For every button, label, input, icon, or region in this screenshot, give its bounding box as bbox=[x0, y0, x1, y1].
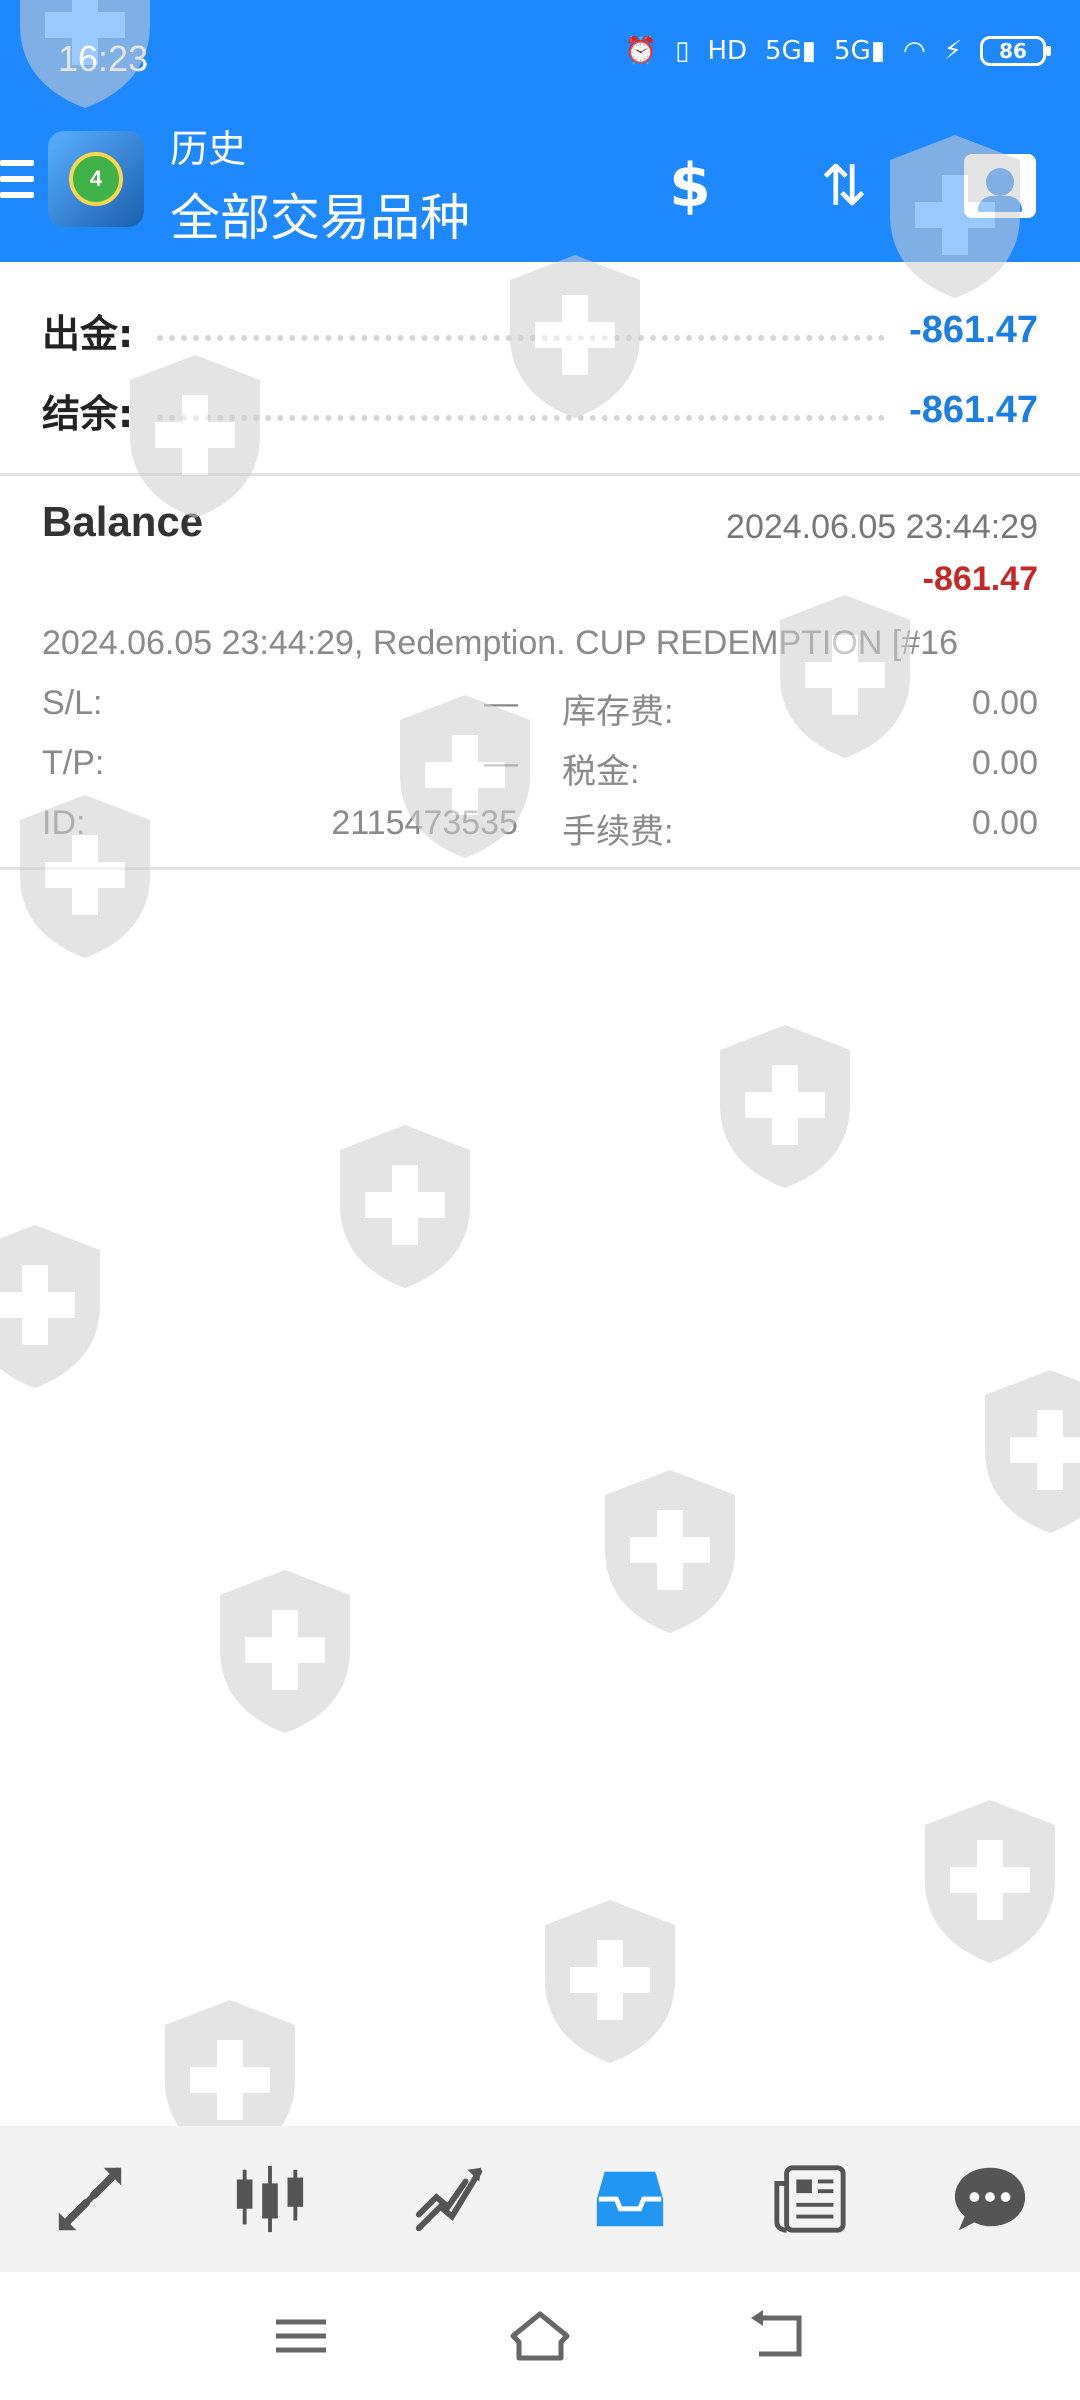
nav-quotes[interactable] bbox=[35, 2144, 145, 2254]
symbol-filter[interactable]: 全部交易品种 bbox=[170, 178, 470, 250]
history-inbox-icon bbox=[596, 2171, 664, 2227]
deal-list-item[interactable]: Balance 2024.06.05 23:44:29 -861.47 2024… bbox=[0, 476, 1080, 870]
metatrader-logo: 4 bbox=[48, 131, 144, 227]
status-icons: ⏰ ▯ HD 5G▮ 5G▮ ◠ ⚡ 86 bbox=[624, 36, 1051, 66]
withdrawal-row: 出金: -861.47 bbox=[42, 300, 1038, 360]
candlestick-chart-icon bbox=[236, 2165, 304, 2233]
swap-label: 库存费: bbox=[562, 693, 674, 731]
deal-comment: 2024.06.05 23:44:29, Redemption. CUP RED… bbox=[42, 624, 958, 662]
system-navigation-bar bbox=[0, 2272, 1080, 2400]
withdrawal-label: 出金: bbox=[42, 311, 134, 356]
signal-5g-icon: 5G▮ bbox=[765, 36, 817, 66]
charging-icon: ⚡ bbox=[943, 36, 962, 66]
tp-value: — bbox=[484, 744, 518, 782]
withdrawal-value: -861.47 bbox=[909, 308, 1038, 351]
id-label: ID: bbox=[42, 804, 86, 842]
watermark-shield-icon bbox=[925, 1800, 1055, 1963]
nav-trade[interactable] bbox=[395, 2144, 505, 2254]
calendar-contact-icon bbox=[964, 154, 1036, 218]
deal-type: Balance bbox=[42, 498, 204, 545]
summary-panel: 出金: -861.47 结余: -861.47 bbox=[0, 262, 1080, 476]
nav-news[interactable] bbox=[755, 2144, 865, 2254]
watermark-shield-icon bbox=[545, 1900, 675, 2063]
watermark-shield-icon bbox=[0, 1225, 100, 1388]
news-icon bbox=[774, 2165, 846, 2233]
watermark-shield-icon bbox=[985, 1370, 1080, 1533]
id-value: 2115473535 bbox=[331, 804, 518, 842]
alarm-icon: ⏰ bbox=[624, 36, 658, 66]
wifi-icon: ◠ bbox=[903, 36, 926, 66]
hd-icon: HD bbox=[707, 36, 748, 66]
vibrate-icon: ▯ bbox=[675, 36, 690, 66]
chat-icon bbox=[954, 2167, 1026, 2231]
swap-value: 0.00 bbox=[971, 684, 1038, 722]
home-icon[interactable] bbox=[505, 2308, 575, 2364]
app-header: 16:23 ⏰ ▯ HD 5G▮ 5G▮ ◠ ⚡ 86 4 历史 全部交易品种 … bbox=[0, 0, 1080, 262]
signal-5g-icon-2: 5G▮ bbox=[834, 36, 886, 66]
fee-value: 0.00 bbox=[971, 804, 1038, 842]
trend-chart-icon bbox=[415, 2167, 483, 2232]
page-title: 历史 bbox=[170, 127, 247, 171]
balance-label: 结余: bbox=[42, 391, 134, 436]
tp-label: T/P: bbox=[42, 744, 105, 782]
watermark-shield-icon bbox=[340, 1125, 470, 1288]
deal-amount: -861.47 bbox=[922, 560, 1038, 598]
back-icon[interactable] bbox=[745, 2308, 815, 2364]
watermark-shield-icon bbox=[720, 1025, 850, 1188]
watermark-shield-icon bbox=[220, 1570, 350, 1733]
menu-icon[interactable] bbox=[266, 2308, 336, 2364]
watermark-shield-icon bbox=[605, 1470, 735, 1633]
deal-time: 2024.06.05 23:44:29 bbox=[726, 508, 1038, 546]
period-button[interactable] bbox=[960, 146, 1040, 226]
sort-button[interactable]: ⇅ bbox=[804, 146, 884, 226]
trade-arrows-icon bbox=[58, 2167, 122, 2231]
sl-value: — bbox=[484, 684, 518, 722]
balance-operations-button[interactable]: $ bbox=[650, 146, 730, 226]
battery-icon: 86 bbox=[980, 36, 1051, 66]
dot-leader bbox=[157, 409, 886, 421]
dollar-cycle-icon: $ bbox=[669, 151, 711, 221]
bottom-navigation bbox=[0, 2126, 1080, 2272]
tax-label: 税金: bbox=[562, 753, 640, 791]
sl-label: S/L: bbox=[42, 684, 103, 722]
tax-value: 0.00 bbox=[971, 744, 1038, 782]
nav-history[interactable] bbox=[575, 2144, 685, 2254]
status-time: 16:23 bbox=[58, 38, 149, 79]
balance-value: -861.47 bbox=[909, 388, 1038, 431]
sort-icon: ⇅ bbox=[820, 153, 868, 219]
balance-row: 结余: -861.47 bbox=[42, 380, 1038, 440]
nav-chat[interactable] bbox=[935, 2144, 1045, 2254]
dot-leader bbox=[157, 329, 886, 341]
nav-chart[interactable] bbox=[215, 2144, 325, 2254]
hamburger-menu-icon[interactable] bbox=[0, 160, 34, 200]
fee-label: 手续费: bbox=[562, 813, 674, 851]
